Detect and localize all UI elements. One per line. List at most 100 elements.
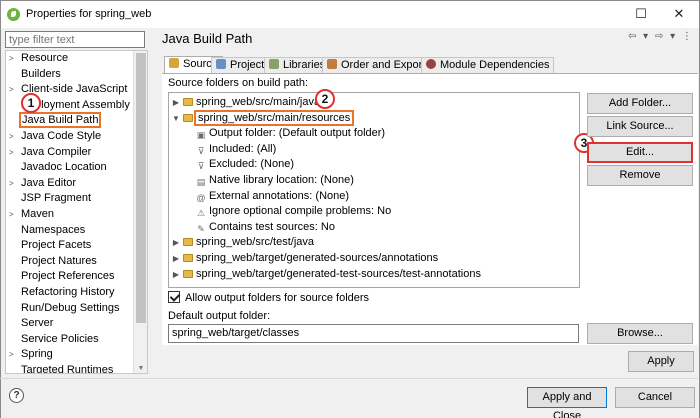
order-export-icon [327, 59, 337, 69]
nav-item[interactable]: Run/Debug Settings [6, 301, 134, 317]
source-attribute-row[interactable]: @ External annotations: (None) [196, 189, 349, 204]
source-folder-row[interactable]: ▶ spring_web/target/generated-test-source… [171, 267, 481, 282]
nav-item-label: Java Compiler [21, 145, 92, 158]
source-attribute-row[interactable]: ▣ Output folder: (Default output folder) [196, 126, 385, 141]
nav-item[interactable]: > Maven [6, 207, 134, 223]
filter-input[interactable] [5, 31, 145, 48]
allow-output-folders-label: Allow output folders for source folders [185, 292, 370, 304]
package-folder-icon [183, 254, 193, 262]
source-folder-row[interactable]: ▼ spring_web/src/main/resources [171, 109, 355, 126]
nav-item[interactable]: Targeted Runtimes [6, 363, 134, 373]
expand-chevron-icon[interactable]: > [9, 347, 19, 363]
checkbox-checked[interactable] [168, 291, 180, 303]
maximize-icon[interactable]: ☐ [631, 5, 651, 23]
nav-item[interactable]: Java Build Path [6, 112, 134, 129]
nav-item[interactable]: > Java Editor [6, 176, 134, 192]
nav-item-label: Client-side JavaScript [21, 83, 128, 96]
nav-scrollbar[interactable]: ▼ [133, 51, 147, 373]
source-attribute-row[interactable]: ⊽ Excluded: (None) [196, 157, 294, 172]
tree-row-label: spring_web/src/test/java [196, 236, 314, 249]
footer-separator [0, 378, 698, 379]
source-attribute-row[interactable]: ✎ Contains test sources: No [196, 220, 335, 235]
nav-scrollbar-thumb[interactable] [136, 53, 146, 323]
source-folder-row[interactable]: ▶ spring_web/src/main/java [171, 95, 320, 110]
source-attribute-row[interactable]: ▤ Native library location: (None) [196, 173, 354, 188]
nav-item-label: Project Natures [21, 254, 97, 267]
nav-item-label: Java Code Style [21, 129, 102, 142]
tab-order-and-export[interactable]: Order and Export [322, 57, 431, 73]
remove-button[interactable]: Remove [587, 165, 693, 186]
eclipse-app-icon [7, 8, 20, 21]
tree-row-label: Excluded: (None) [209, 158, 294, 171]
module-dependencies-icon [426, 59, 436, 69]
tab-module-dependencies[interactable]: Module Dependencies [421, 57, 555, 73]
default-output-folder-label: Default output folder: [168, 310, 271, 322]
collapse-chevron-icon[interactable]: ▼ [171, 111, 181, 126]
nav-item-label: Maven [21, 207, 55, 220]
tree-row-label: spring_web/src/main/resources [193, 109, 355, 126]
package-folder-icon [183, 269, 193, 278]
package-folder-icon [183, 98, 193, 106]
nav-item[interactable]: Service Policies [6, 332, 134, 348]
filter-icon: ⊽ [197, 161, 205, 172]
nav-item[interactable]: Project Natures [6, 254, 134, 270]
nav-item[interactable]: Refactoring History [6, 285, 134, 301]
allow-output-folders-checkbox[interactable]: Allow output folders for source folders [168, 291, 369, 304]
browse-button[interactable]: Browse... [587, 323, 693, 344]
nav-item-label: Java Build Path [18, 112, 102, 129]
package-folder-icon [183, 238, 193, 247]
help-icon[interactable]: ? [9, 388, 24, 403]
libraries-icon [269, 59, 279, 69]
expand-chevron-icon[interactable]: > [9, 176, 19, 192]
source-attribute-row[interactable]: ⊽ Included: (All) [196, 142, 277, 157]
expand-chevron-icon[interactable]: > [9, 51, 19, 67]
callout-2: 2 [315, 89, 335, 109]
nav-item[interactable]: Project References [6, 269, 134, 285]
warning-icon: ⚠ [196, 208, 206, 219]
nav-item[interactable]: Namespaces [6, 223, 134, 239]
nav-item[interactable]: Javadoc Location [6, 160, 134, 176]
apply-button[interactable]: Apply [628, 351, 694, 372]
expand-chevron-icon[interactable]: > [9, 82, 19, 98]
tree-row-label: spring_web/src/main/java [196, 96, 321, 108]
nav-item[interactable]: > Spring [6, 347, 134, 363]
callout-1: 1 [21, 93, 41, 113]
add-folder-button[interactable]: Add Folder... [587, 93, 693, 114]
tree-row-label: spring_web/target/generated-sources/anno… [196, 252, 439, 264]
nav-item[interactable]: Project Facets [6, 238, 134, 254]
nav-item[interactable]: > Java Compiler [6, 145, 134, 161]
filter-icon: ⊽ [197, 145, 205, 156]
expand-chevron-icon[interactable]: > [9, 145, 19, 161]
expand-chevron-icon[interactable]: > [9, 129, 19, 145]
history-nav-icons[interactable]: ⇦ ▾ ⇨ ▾ ⋮ [628, 31, 694, 42]
apply-and-close-button[interactable]: Apply and Close [527, 387, 607, 418]
source-attribute-row[interactable]: ⚠ Ignore optional compile problems: No [196, 204, 391, 219]
default-output-folder-field[interactable]: spring_web/target/classes [168, 324, 579, 343]
nav-item[interactable]: Builders [6, 67, 134, 83]
tree-row-label: Included: (All) [209, 142, 277, 155]
expand-chevron-icon[interactable]: ▶ [171, 235, 181, 250]
expand-chevron-icon[interactable]: ▶ [171, 267, 181, 282]
projects-icon [216, 59, 226, 69]
nav-item-label: Project References [21, 270, 115, 283]
nav-item-label: Run/Debug Settings [21, 301, 120, 314]
expand-chevron-icon[interactable]: > [9, 207, 19, 223]
expand-chevron-icon[interactable]: ▶ [171, 95, 181, 110]
nav-item[interactable]: > Resource [6, 51, 134, 67]
nav-item[interactable]: Server [6, 316, 134, 332]
tree-row-label: External annotations: (None) [209, 189, 350, 202]
source-folder-icon [169, 58, 179, 68]
nav-item-label: JSP Fragment [21, 192, 92, 205]
cancel-button[interactable]: Cancel [615, 387, 695, 408]
edit-button[interactable]: Edit... [587, 142, 693, 163]
nav-item[interactable]: JSP Fragment [6, 191, 134, 207]
tab-libraries[interactable]: Libraries [264, 57, 331, 73]
link-source-button[interactable]: Link Source... [587, 116, 693, 137]
nav-item-label: Namespaces [21, 223, 86, 236]
close-icon[interactable]: ✕ [669, 5, 689, 23]
expand-chevron-icon[interactable]: ▶ [171, 251, 181, 266]
source-folder-row[interactable]: ▶ spring_web/src/test/java [171, 235, 314, 250]
source-folder-row[interactable]: ▶ spring_web/target/generated-sources/ann… [171, 251, 438, 266]
nav-item[interactable]: > Java Code Style [6, 129, 134, 145]
scroll-down-icon[interactable]: ▼ [136, 365, 146, 372]
